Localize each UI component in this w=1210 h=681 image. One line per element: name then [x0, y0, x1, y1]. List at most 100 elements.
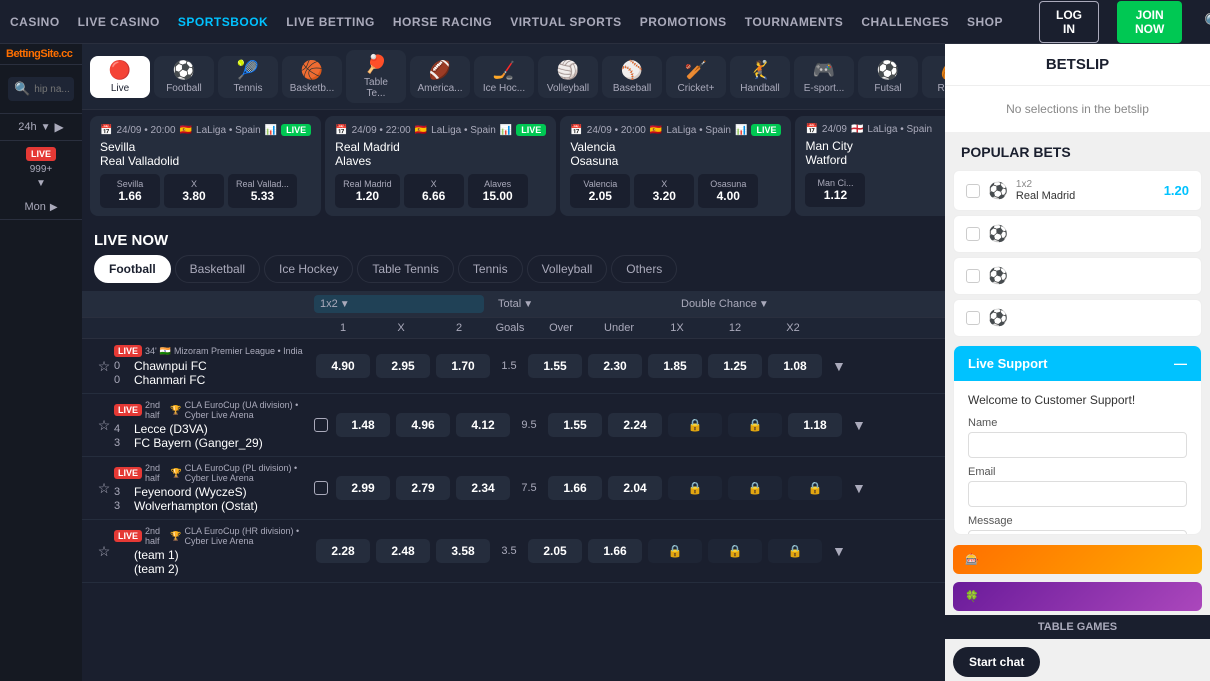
- odd-btn-2-0[interactable]: Valencia 2.05: [570, 174, 630, 208]
- expand-button-1[interactable]: ▼: [846, 415, 872, 435]
- sport-label-esports: E-sport...: [804, 83, 845, 94]
- odd-x2-1[interactable]: 1.18: [788, 413, 842, 437]
- odd-1-3[interactable]: 2.28: [316, 539, 370, 563]
- odd-btn-0-0[interactable]: Sevilla 1.66: [100, 174, 160, 208]
- nav-virtual-sports[interactable]: VIRTUAL SPORTS: [510, 15, 621, 29]
- sport-item-esports[interactable]: 🎮 E-sport...: [794, 56, 854, 98]
- tab-others[interactable]: Others: [611, 255, 677, 283]
- nav-challenges[interactable]: CHALLENGES: [861, 15, 949, 29]
- search-icon[interactable]: 🔍: [1200, 8, 1210, 36]
- popular-bet-checkbox-3[interactable]: [966, 311, 980, 325]
- sport-item-football[interactable]: ⚽ Football: [154, 56, 214, 98]
- odd-x-2[interactable]: 2.79: [396, 476, 450, 500]
- tab-basketball[interactable]: Basketball: [175, 255, 260, 283]
- odd-over-1[interactable]: 1.55: [548, 413, 602, 437]
- odd-btn-1-2[interactable]: Alaves 15.00: [468, 174, 528, 208]
- odd-1-0[interactable]: 4.90: [316, 354, 370, 378]
- expand-button-3[interactable]: ▼: [826, 541, 852, 561]
- sport-item-table-tennis[interactable]: 🏓 Table Te...: [346, 50, 406, 103]
- tab-football[interactable]: Football: [94, 255, 171, 283]
- odd-2-3[interactable]: 3.58: [436, 539, 490, 563]
- support-message-textarea[interactable]: [968, 530, 1187, 535]
- nav-live-betting[interactable]: LIVE BETTING: [286, 15, 375, 29]
- join-button[interactable]: JOIN NOW: [1117, 1, 1182, 43]
- search-input[interactable]: [34, 84, 74, 95]
- popular-bet-checkbox-1[interactable]: [966, 227, 980, 241]
- sport-item-ice-hockey[interactable]: 🏒 Ice Hoc...: [474, 56, 534, 98]
- minimize-icon[interactable]: —: [1174, 356, 1187, 371]
- stats-icon-2: 📊: [735, 125, 747, 136]
- sidebar-live-item[interactable]: LIVE 999+ ▼: [0, 141, 82, 195]
- odd-btn-0-2[interactable]: Real Vallad... 5.33: [228, 174, 297, 208]
- favorite-button-3[interactable]: ☆: [94, 541, 114, 562]
- odd-btn-0-1[interactable]: X 3.80: [164, 174, 224, 208]
- favorite-button-0[interactable]: ☆: [94, 356, 114, 377]
- odd-over-2[interactable]: 1.66: [548, 476, 602, 500]
- sport-item-america[interactable]: 🏈 America...: [410, 56, 470, 98]
- start-chat-button[interactable]: Start chat: [953, 647, 1040, 677]
- match-date-3: 24/09: [822, 124, 847, 135]
- tab-tennis[interactable]: Tennis: [458, 255, 523, 283]
- odd-x-1[interactable]: 4.96: [396, 413, 450, 437]
- odd-1-1[interactable]: 1.48: [336, 413, 390, 437]
- checkbox-1[interactable]: [314, 418, 328, 432]
- nav-sportsbook[interactable]: SPORTSBOOK: [178, 15, 268, 29]
- sport-item-cricket-plus[interactable]: 🏏 Cricket+: [666, 56, 726, 98]
- odd-btn-1-0[interactable]: Real Madrid 1.20: [335, 174, 400, 208]
- sport-label-america: America...: [418, 83, 463, 94]
- odd-under-3[interactable]: 1.66: [588, 539, 642, 563]
- checkbox-2[interactable]: [314, 481, 328, 495]
- popular-bet-type-0: 1x2: [1016, 179, 1156, 190]
- login-button[interactable]: LOG IN: [1039, 1, 1099, 43]
- odd-over-0[interactable]: 1.55: [528, 354, 582, 378]
- sidebar-search-box[interactable]: 🔍: [8, 77, 74, 101]
- odd-btn-2-2[interactable]: Osasuna 4.00: [698, 174, 758, 208]
- odd-2-0[interactable]: 1.70: [436, 354, 490, 378]
- odd-btn-1-1[interactable]: X 6.66: [404, 174, 464, 208]
- odd-btn-3-0[interactable]: Man Ci... 1.12: [805, 173, 865, 207]
- odd-under-1[interactable]: 2.24: [608, 413, 662, 437]
- tab-volleyball[interactable]: Volleyball: [527, 255, 608, 283]
- nav-shop[interactable]: SHOP: [967, 15, 1003, 29]
- sport-item-baseball[interactable]: ⚾ Baseball: [602, 56, 662, 98]
- odd-under-2[interactable]: 2.04: [608, 476, 662, 500]
- popular-bet-checkbox-0[interactable]: [966, 184, 980, 198]
- favorite-button-1[interactable]: ☆: [94, 415, 114, 436]
- odd-over-3[interactable]: 2.05: [528, 539, 582, 563]
- nav-promotions[interactable]: PROMOTIONS: [640, 15, 727, 29]
- odd-x-3[interactable]: 2.48: [376, 539, 430, 563]
- sport-item-volleyball[interactable]: 🏐 Volleyball: [538, 56, 598, 98]
- odd-btn-2-1[interactable]: X 3.20: [634, 174, 694, 208]
- odd-12-0[interactable]: 1.25: [708, 354, 762, 378]
- sport-item-live[interactable]: 🔴 Live: [90, 56, 150, 98]
- promo-banner-orange[interactable]: 🎰: [953, 545, 1202, 574]
- promo-banner-purple[interactable]: 🍀: [953, 582, 1202, 611]
- odd-1-2[interactable]: 2.99: [336, 476, 390, 500]
- sport-item-tennis[interactable]: 🎾 Tennis: [218, 56, 278, 98]
- support-email-input[interactable]: [968, 481, 1187, 507]
- date-filter-mon[interactable]: Mon ▶: [0, 195, 82, 220]
- odd-2-2[interactable]: 2.34: [456, 476, 510, 500]
- next-arrow-button[interactable]: ▶: [55, 120, 64, 134]
- odd-x-0[interactable]: 2.95: [376, 354, 430, 378]
- sport-item-futsal[interactable]: ⚽ Futsal: [858, 56, 918, 98]
- sport-item-rugby[interactable]: 🏉 Rugby: [922, 56, 945, 98]
- sport-item-basketball[interactable]: 🏀 Basketb...: [282, 56, 342, 98]
- nav-casino[interactable]: CASINO: [10, 15, 60, 29]
- odd-x2-0[interactable]: 1.08: [768, 354, 822, 378]
- odd-2-1[interactable]: 4.12: [456, 413, 510, 437]
- favorite-button-2[interactable]: ☆: [94, 478, 114, 499]
- tab-ice-hockey[interactable]: Ice Hockey: [264, 255, 353, 283]
- support-name-input[interactable]: [968, 432, 1187, 458]
- popular-bet-checkbox-2[interactable]: [966, 269, 980, 283]
- expand-button-2[interactable]: ▼: [846, 478, 872, 498]
- tab-table-tennis[interactable]: Table Tennis: [357, 255, 454, 283]
- sport-item-handball[interactable]: 🤾 Handball: [730, 56, 790, 98]
- expand-button-0[interactable]: ▼: [826, 356, 852, 376]
- nav-live-casino[interactable]: LIVE CASINO: [78, 15, 160, 29]
- time-filter[interactable]: 24h ▼ ▶: [0, 114, 82, 141]
- odd-1x-0[interactable]: 1.85: [648, 354, 702, 378]
- nav-tournaments[interactable]: TOURNAMENTS: [745, 15, 844, 29]
- odd-under-0[interactable]: 2.30: [588, 354, 642, 378]
- nav-horse-racing[interactable]: HORSE RACING: [393, 15, 492, 29]
